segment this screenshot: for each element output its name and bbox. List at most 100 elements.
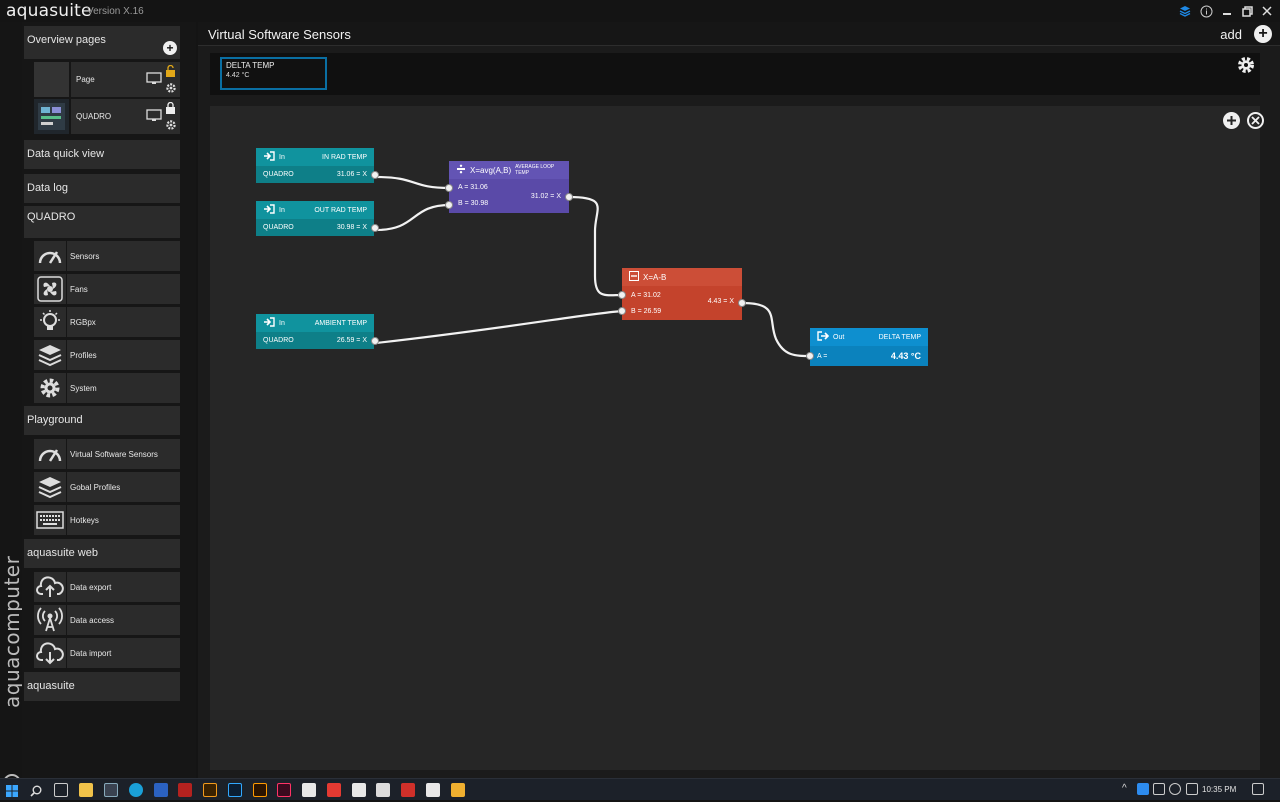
clock[interactable]: 10:35 PM	[1202, 785, 1236, 794]
app-weather-icon[interactable]	[451, 783, 465, 797]
input-port-a[interactable]	[806, 352, 814, 360]
sensor-tile[interactable]: DELTA TEMP 4.42 °C	[220, 57, 327, 90]
subtract-node[interactable]: X=A-B A = 31.02 B = 26.59 4.43 = X	[618, 268, 746, 320]
page-settings-icon[interactable]	[165, 118, 177, 136]
settings-icon[interactable]	[1236, 55, 1256, 80]
bridge-icon[interactable]	[203, 783, 217, 797]
app-a2-icon[interactable]	[426, 783, 440, 797]
tray-chevron-icon[interactable]: ^	[1122, 783, 1127, 794]
input-port-a[interactable]	[618, 291, 626, 299]
sidebar-section-quadro[interactable]: QUADRO	[24, 206, 180, 238]
node-output: 31.02 = X	[530, 193, 561, 200]
app-a-icon[interactable]	[327, 783, 341, 797]
sidebar-section-overview[interactable]: Overview pages +	[24, 26, 180, 59]
add-page-icon[interactable]: +	[163, 41, 177, 55]
sidebar-item-fans[interactable]: Fans	[67, 274, 180, 304]
sidebar-item-hotkeys[interactable]: Hotkeys	[67, 505, 180, 535]
sidebar-section-aquasuite[interactable]: aquasuite	[24, 672, 180, 701]
item-label: Profiles	[70, 350, 97, 360]
broadcast-icon[interactable]	[34, 605, 66, 635]
page-thumbnail[interactable]	[34, 62, 69, 97]
output-node[interactable]: Out DELTA TEMP A = 4.43 °C	[806, 328, 928, 366]
sidebar-item-data-access[interactable]: Data access	[67, 605, 180, 635]
photoshop-icon[interactable]	[228, 783, 242, 797]
wifi-icon[interactable]	[1153, 783, 1165, 795]
overview-page-item[interactable]: QUADRO	[71, 99, 180, 134]
input-node[interactable]: In IN RAD TEMP QUADRO 31.06 = X	[256, 148, 379, 183]
page-settings-icon[interactable]	[165, 81, 177, 99]
sidebar-item-virtual-software-sensors[interactable]: Virtual Software Sensors	[67, 439, 180, 469]
cloud-download-icon[interactable]	[34, 638, 66, 668]
keyboard-icon[interactable]	[34, 505, 66, 535]
volume-icon[interactable]	[1169, 783, 1181, 795]
keyboard-layout-icon[interactable]	[1186, 783, 1198, 795]
input-port-b[interactable]	[618, 307, 626, 315]
layers-status-icon[interactable]	[1176, 3, 1194, 19]
output-port[interactable]	[738, 299, 746, 307]
edge-icon[interactable]	[129, 783, 143, 797]
monitor-icon[interactable]	[146, 72, 162, 90]
layers-icon[interactable]	[34, 340, 66, 370]
sidebar-section-data-log[interactable]: Data log	[24, 174, 180, 203]
input-node[interactable]: In OUT RAD TEMP QUADRO 30.98 = X	[256, 201, 379, 236]
app-image-icon[interactable]	[376, 783, 390, 797]
sidebar-item-sensors[interactable]: Sensors	[67, 241, 180, 271]
aquasuite-taskbar-icon[interactable]	[104, 783, 118, 797]
app-red-icon[interactable]	[401, 783, 415, 797]
notification-icon[interactable]	[1252, 783, 1264, 795]
overview-page-item[interactable]: Page	[71, 62, 180, 97]
sidebar-section-data-quick-view[interactable]: Data quick view	[24, 140, 180, 169]
file-explorer-icon[interactable]	[79, 783, 93, 797]
brand-rail: aquacomputer	[0, 22, 24, 792]
sidebar-item-global-profiles[interactable]: Gobal Profiles	[67, 472, 180, 502]
sidebar-item-rgbpx[interactable]: RGBpx	[67, 307, 180, 337]
lightbulb-icon[interactable]	[34, 307, 66, 337]
search-icon[interactable]	[30, 784, 42, 802]
add-label[interactable]: add	[1220, 27, 1242, 42]
close-button[interactable]	[1258, 3, 1276, 19]
output-port[interactable]	[565, 193, 573, 201]
node-canvas[interactable]: In IN RAD TEMP QUADRO 31.06 = X In OUT R…	[210, 106, 1264, 770]
fan-icon[interactable]	[34, 274, 66, 304]
unlocked-icon[interactable]	[165, 64, 176, 82]
quadro-page-thumbnail[interactable]	[34, 99, 69, 134]
indesign-icon[interactable]	[277, 783, 291, 797]
item-label: Fans	[70, 284, 88, 294]
gauge-icon[interactable]	[34, 439, 66, 469]
node-formula: X=A-B	[643, 272, 667, 282]
sidebar-item-system[interactable]: System	[67, 373, 180, 403]
sidebar-section-playground[interactable]: Playground	[24, 406, 180, 435]
minimize-button[interactable]	[1218, 3, 1236, 19]
word-icon[interactable]	[154, 783, 168, 797]
layers-icon[interactable]	[34, 472, 66, 502]
illustrator-icon[interactable]	[253, 783, 267, 797]
add-icon[interactable]: +	[1254, 25, 1272, 43]
app-tool-icon[interactable]	[352, 783, 366, 797]
dropbox-icon[interactable]	[1137, 783, 1149, 795]
node-value: 31.06 = X	[336, 171, 367, 178]
gauge-icon[interactable]	[34, 241, 66, 271]
acrobat-icon[interactable]	[178, 783, 192, 797]
input-port-a[interactable]	[445, 184, 453, 192]
gear-icon[interactable]	[34, 373, 66, 403]
cloud-upload-icon[interactable]	[34, 572, 66, 602]
output-port[interactable]	[371, 171, 379, 179]
start-icon[interactable]	[6, 784, 18, 802]
lock-icon[interactable]	[165, 101, 176, 119]
app-r-icon[interactable]	[302, 783, 316, 797]
sidebar-section-aquasuite-web[interactable]: aquasuite web	[24, 539, 180, 568]
average-node[interactable]: X=avg(A,B) AVERAGE LOOP TEMP A = 31.06 B…	[445, 161, 573, 213]
input-port-b[interactable]	[445, 201, 453, 209]
sidebar-item-profiles[interactable]: Profiles	[67, 340, 180, 370]
monitor-icon[interactable]	[146, 109, 162, 127]
sidebar-item-data-import[interactable]: Data import	[67, 638, 180, 668]
restore-button[interactable]	[1238, 3, 1256, 19]
node-name: AMBIENT TEMP	[314, 319, 367, 327]
task-view-icon[interactable]	[54, 783, 68, 797]
output-port[interactable]	[371, 224, 379, 232]
output-port[interactable]	[371, 337, 379, 345]
info-icon[interactable]	[1197, 3, 1215, 19]
input-node[interactable]: In AMBIENT TEMP QUADRO 26.59 = X	[256, 314, 379, 349]
sidebar-item-data-export[interactable]: Data export	[67, 572, 180, 602]
main-header: Virtual Software Sensors add +	[198, 22, 1280, 46]
